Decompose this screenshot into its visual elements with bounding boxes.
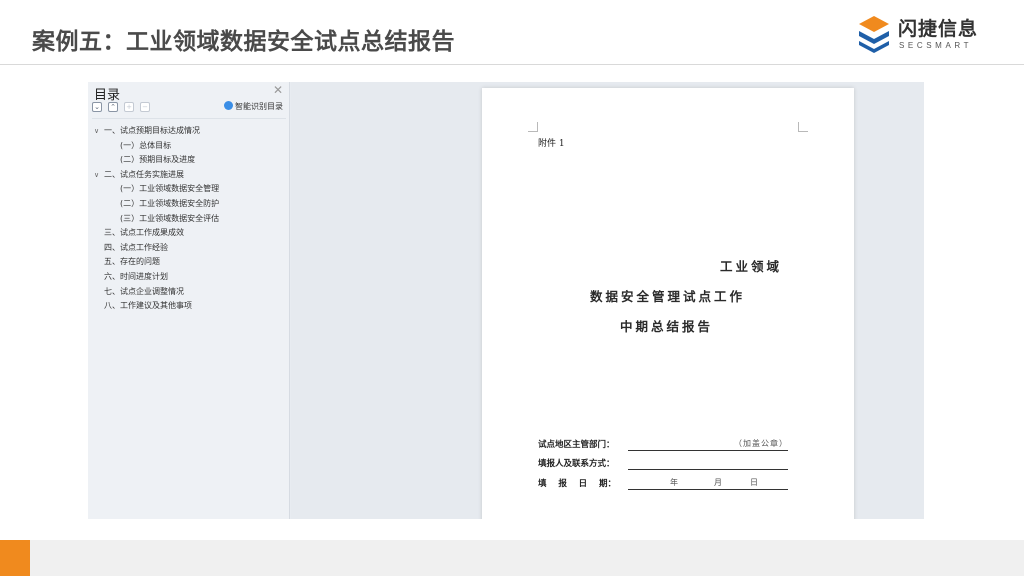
page-corner-mark [528,122,538,132]
toc-item[interactable]: 五、存在的问题 [88,255,288,270]
cover-title-line1: 工业领域 [720,259,783,274]
field-label: 填报人及联系方式： [538,459,615,469]
secsmart-logo-icon [859,16,889,53]
toc-item[interactable]: (一）工业领域数据安全管理 [88,182,288,197]
smart-toc-label: 智能识别目录 [235,102,283,111]
toc-item[interactable]: (二）预期目标及进度 [88,153,288,168]
toc-title: 目录 [94,88,121,103]
contact-field: 填报人及联系方式： [538,457,798,471]
toc-item[interactable]: ∨ 二、试点任务实施进展 [88,168,288,183]
close-icon[interactable]: ✕ [273,83,283,97]
toc-item[interactable]: 六、时间进度计划 [88,270,288,285]
field-underline [628,450,788,451]
document-page: 附件 1 工业领域 数据安全管理试点工作 中期总结报告 试点地区主管部门： （加… [482,88,854,519]
field-value: （加盖公章） [734,439,788,448]
toc-item-label: 四、试点工作经验 [104,242,168,252]
toc-item-label: (一）工业领域数据安全管理 [120,184,220,194]
cover-title-line2: 数据安全管理试点工作 [590,289,746,304]
toc-item[interactable]: ∨ 一、试点预期目标达成情况 [88,124,288,139]
logo-text-en: SECSMART [899,41,973,50]
toc-item[interactable]: 三、试点工作成果成效 [88,226,288,241]
page-corner-mark [798,122,808,132]
attachment-label: 附件 1 [538,139,565,149]
date-day: 日 [750,478,759,487]
department-field: 试点地区主管部门： （加盖公章） [538,438,798,452]
toc-item-label: 二、试点任务实施进展 [104,169,184,179]
toc-item-label: 六、时间进度计划 [104,271,168,281]
toc-panel: 目录 ✕ ⌄ ⌃ + − 智能识别目录 ∨ 一、试点预期目标达成情况 (一）总体目… [88,82,290,519]
chevron-down-icon[interactable]: ∨ [94,168,104,183]
field-label: 试点地区主管部门： [538,440,615,450]
toc-item-label: (三）工业领域数据安全评估 [120,213,220,223]
toc-item[interactable]: 七、试点企业调整情况 [88,285,288,300]
toc-item[interactable]: 八、工作建议及其他事项 [88,299,288,314]
slide-title: 案例五：工业领域数据安全试点总结报告 [32,29,455,55]
toc-item[interactable]: 四、试点工作经验 [88,241,288,256]
toc-item-label: 七、试点企业调整情况 [104,286,184,296]
document-viewer[interactable]: 附件 1 工业领域 数据安全管理试点工作 中期总结报告 试点地区主管部门： （加… [291,82,924,519]
toc-item-label: 一、试点预期目标达成情况 [104,126,200,135]
toc-item-label: 三、试点工作成果成效 [104,228,184,238]
smart-recognize-icon [224,101,233,110]
add-item-icon[interactable]: + [124,102,134,112]
remove-item-icon[interactable]: − [140,102,150,112]
expand-all-icon[interactable]: ⌄ [92,102,102,112]
date-year: 年 [670,478,679,487]
date-field: 填 报 日 期： 年 月 日 [538,477,798,491]
toc-item[interactable]: (三）工业领域数据安全评估 [88,212,288,227]
field-label: 填 报 日 期： [538,479,617,489]
toc-item-label: (二）预期目标及进度 [120,155,196,165]
toc-item-label: (一）总体目标 [120,140,172,150]
footer-accent [0,540,30,576]
date-month: 月 [714,478,723,487]
collapse-all-icon[interactable]: ⌃ [108,102,118,112]
title-divider [0,64,1024,65]
embedded-screenshot: 目录 ✕ ⌄ ⌃ + − 智能识别目录 ∨ 一、试点预期目标达成情况 (一）总体目… [88,82,924,519]
chevron-down-icon[interactable]: ∨ [94,124,104,139]
toc-item-label: (二）工业领域数据安全防护 [120,198,220,208]
brand-logo: 闪捷信息 SECSMART [856,14,996,56]
cover-title-line3: 中期总结报告 [620,319,714,334]
smart-toc-button[interactable]: 智能识别目录 [224,101,283,112]
toc-item-label: 五、存在的问题 [104,257,160,267]
logo-text-cn: 闪捷信息 [898,18,979,40]
toc-divider [92,118,286,119]
toc-item-label: 八、工作建议及其他事项 [104,301,192,311]
field-underline [628,469,788,470]
field-underline [628,489,788,490]
toc-list: ∨ 一、试点预期目标达成情况 (一）总体目标 (二）预期目标及进度 ∨ 二、试点任务… [88,124,288,314]
toc-item[interactable]: (一）总体目标 [88,139,288,154]
footer-band [0,540,1024,576]
toc-item[interactable]: (二）工业领域数据安全防护 [88,197,288,212]
